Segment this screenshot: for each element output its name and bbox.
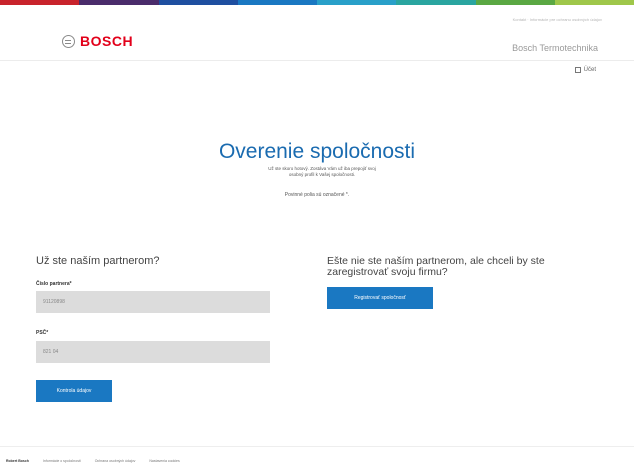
header-divider bbox=[0, 60, 634, 61]
intro-text: Už ste skoro hotový. Zostáva Vám už iba … bbox=[268, 166, 376, 177]
logo-text: BOSCH bbox=[80, 33, 134, 49]
brand-color-bar bbox=[0, 0, 634, 5]
brand-bar-segment bbox=[554, 0, 634, 5]
partner-heading: Už ste naším partnerom? bbox=[36, 255, 160, 267]
page-title: Overenie spoločnosti bbox=[218, 140, 416, 164]
brand-bar-segment bbox=[396, 0, 476, 5]
partner-number-input[interactable] bbox=[36, 291, 270, 313]
register-company-button[interactable]: Registrovať spoločnosť bbox=[327, 287, 433, 309]
partner-number-label: Číslo partnera* bbox=[36, 281, 72, 287]
footer-link[interactable]: Ochrana osobných údajov bbox=[95, 459, 136, 463]
verify-data-button[interactable]: Kontrola údajov bbox=[36, 380, 112, 402]
user-icon bbox=[574, 67, 581, 73]
bosch-armature-icon bbox=[62, 34, 75, 48]
register-heading: Ešte nie ste naším partnerom, ale chceli… bbox=[327, 255, 545, 278]
footer-link[interactable]: Informácie o spoločnosti bbox=[43, 459, 81, 463]
brand-bar-segment bbox=[158, 0, 238, 5]
required-note: Povinné polia sú označené *. bbox=[284, 192, 350, 198]
footer: Robert Bosch Informácie o spoločnosti Oc… bbox=[6, 459, 180, 463]
account-link[interactable]: Účet bbox=[574, 67, 596, 73]
bosch-logo[interactable]: BOSCH bbox=[62, 33, 133, 49]
brand-bar-segment bbox=[237, 0, 317, 5]
brand-bar-segment bbox=[79, 0, 159, 5]
account-label: Účet bbox=[583, 67, 596, 73]
brand-bar-segment bbox=[317, 0, 397, 5]
footer-divider bbox=[0, 446, 634, 447]
footer-brand: Robert Bosch bbox=[6, 459, 29, 463]
brand-subtitle: Bosch Termotechnika bbox=[512, 43, 598, 53]
footer-link[interactable]: Nastavenia cookies bbox=[149, 459, 179, 463]
brand-bar-segment bbox=[0, 0, 80, 5]
psc-label: PSČ* bbox=[36, 330, 49, 336]
psc-input[interactable] bbox=[36, 341, 270, 363]
brand-bar-segment bbox=[475, 0, 555, 5]
utility-links[interactable]: Kontakt · Informácie pre ochranu osobnýc… bbox=[513, 17, 602, 22]
